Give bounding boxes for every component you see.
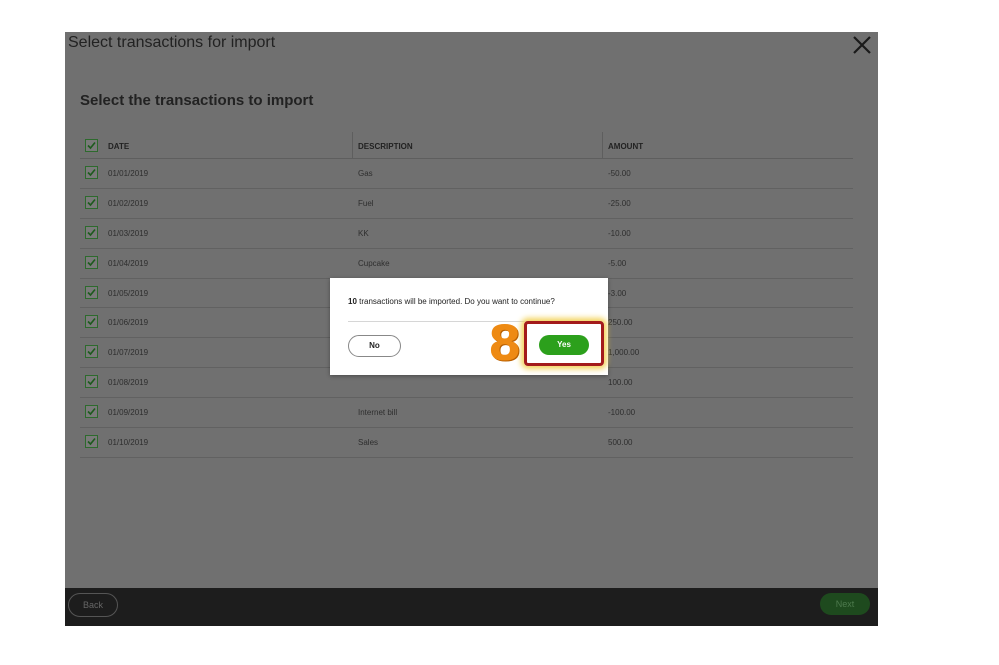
no-button[interactable]: No [348, 335, 401, 357]
cell-date: 01/01/2019 [108, 169, 149, 178]
cell-description: Gas [358, 169, 373, 178]
cell-amount: -100.00 [608, 408, 636, 418]
footer-bar: Back Next [65, 588, 878, 626]
next-button[interactable]: Next [820, 593, 870, 615]
checkmark-icon [87, 198, 96, 207]
cell-date: 01/03/2019 [108, 228, 149, 238]
row-checkbox[interactable] [85, 405, 98, 419]
cell-description: Sales [358, 438, 379, 448]
checkmark-icon [87, 348, 96, 356]
cell-amount: 100.00 [608, 378, 633, 388]
checkmark-icon [87, 228, 96, 236]
cell-amount: 500.00 [608, 438, 633, 448]
cell-description: Fuel [358, 198, 374, 208]
row-checkbox[interactable] [85, 166, 98, 179]
checkmark-icon [87, 318, 96, 326]
header-date[interactable]: DATE [108, 142, 129, 151]
checkmark-icon [87, 378, 96, 386]
cell-date: 01/08/2019 [108, 378, 149, 388]
back-button[interactable]: Back [68, 593, 118, 617]
cell-amount: -10.00 [608, 228, 631, 238]
row-checkbox[interactable] [85, 435, 98, 449]
row-checkbox[interactable] [85, 225, 98, 239]
table-row[interactable]: 01/04/2019 Cupcake -5.00 [80, 249, 853, 279]
cell-amount: -3.00 [608, 288, 627, 298]
checkmark-icon [87, 168, 96, 177]
transaction-count: 10 [348, 297, 357, 306]
close-icon[interactable] [850, 33, 874, 57]
cell-description: Internet bill [358, 408, 398, 418]
cell-date: 01/09/2019 [108, 408, 149, 418]
cell-date: 01/06/2019 [108, 318, 149, 328]
cell-amount: 250.00 [608, 318, 633, 328]
cell-date: 01/02/2019 [108, 198, 149, 208]
checkmark-icon [87, 288, 96, 296]
header-description[interactable]: DESCRIPTION [358, 142, 413, 151]
cell-amount: -50.00 [608, 169, 631, 178]
cell-date: 01/10/2019 [108, 438, 149, 448]
yes-button[interactable]: Yes [539, 335, 589, 355]
select-all-checkbox[interactable] [85, 139, 98, 152]
checkmark-icon [87, 141, 96, 150]
window-title: Select transactions for import [68, 34, 276, 51]
cell-date: 01/07/2019 [108, 348, 149, 358]
step-number-annotation: 8 [488, 316, 522, 372]
column-divider [352, 132, 353, 158]
cell-amount: 1,000.00 [608, 348, 640, 358]
cell-description: KK [358, 228, 369, 238]
checkmark-icon [87, 438, 96, 446]
cell-amount: -5.00 [608, 258, 627, 268]
table-row[interactable]: 01/10/2019 Sales 500.00 [80, 428, 853, 458]
checkmark-icon [87, 258, 96, 266]
confirm-message: 10 transactions will be imported. Do you… [348, 297, 555, 306]
cell-date: 01/04/2019 [108, 258, 149, 268]
row-checkbox[interactable] [85, 195, 98, 209]
checkmark-icon [87, 408, 96, 416]
cell-amount: -25.00 [608, 198, 631, 208]
cell-description: Cupcake [358, 258, 390, 268]
column-divider [602, 132, 603, 158]
row-checkbox[interactable] [85, 375, 98, 389]
confirm-message-text: transactions will be imported. Do you wa… [356, 297, 555, 306]
table-row[interactable]: 01/02/2019 Fuel -25.00 [80, 189, 853, 219]
row-checkbox[interactable] [85, 345, 98, 359]
row-checkbox[interactable] [85, 255, 98, 269]
cell-date: 01/05/2019 [108, 288, 149, 298]
table-row[interactable]: 01/09/2019 Internet bill -100.00 [80, 398, 853, 429]
table-row[interactable]: 01/01/2019 Gas -50.00 [80, 159, 853, 189]
row-checkbox[interactable] [85, 315, 98, 329]
header-amount[interactable]: AMOUNT [608, 142, 643, 151]
table-header: DATE DESCRIPTION AMOUNT [80, 132, 853, 159]
table-row[interactable]: 01/03/2019 KK -10.00 [80, 219, 853, 249]
page-subtitle: Select the transactions to import [80, 92, 314, 109]
confirm-dialog: 10 transactions will be imported. Do you… [330, 278, 608, 375]
row-checkbox[interactable] [85, 285, 98, 299]
